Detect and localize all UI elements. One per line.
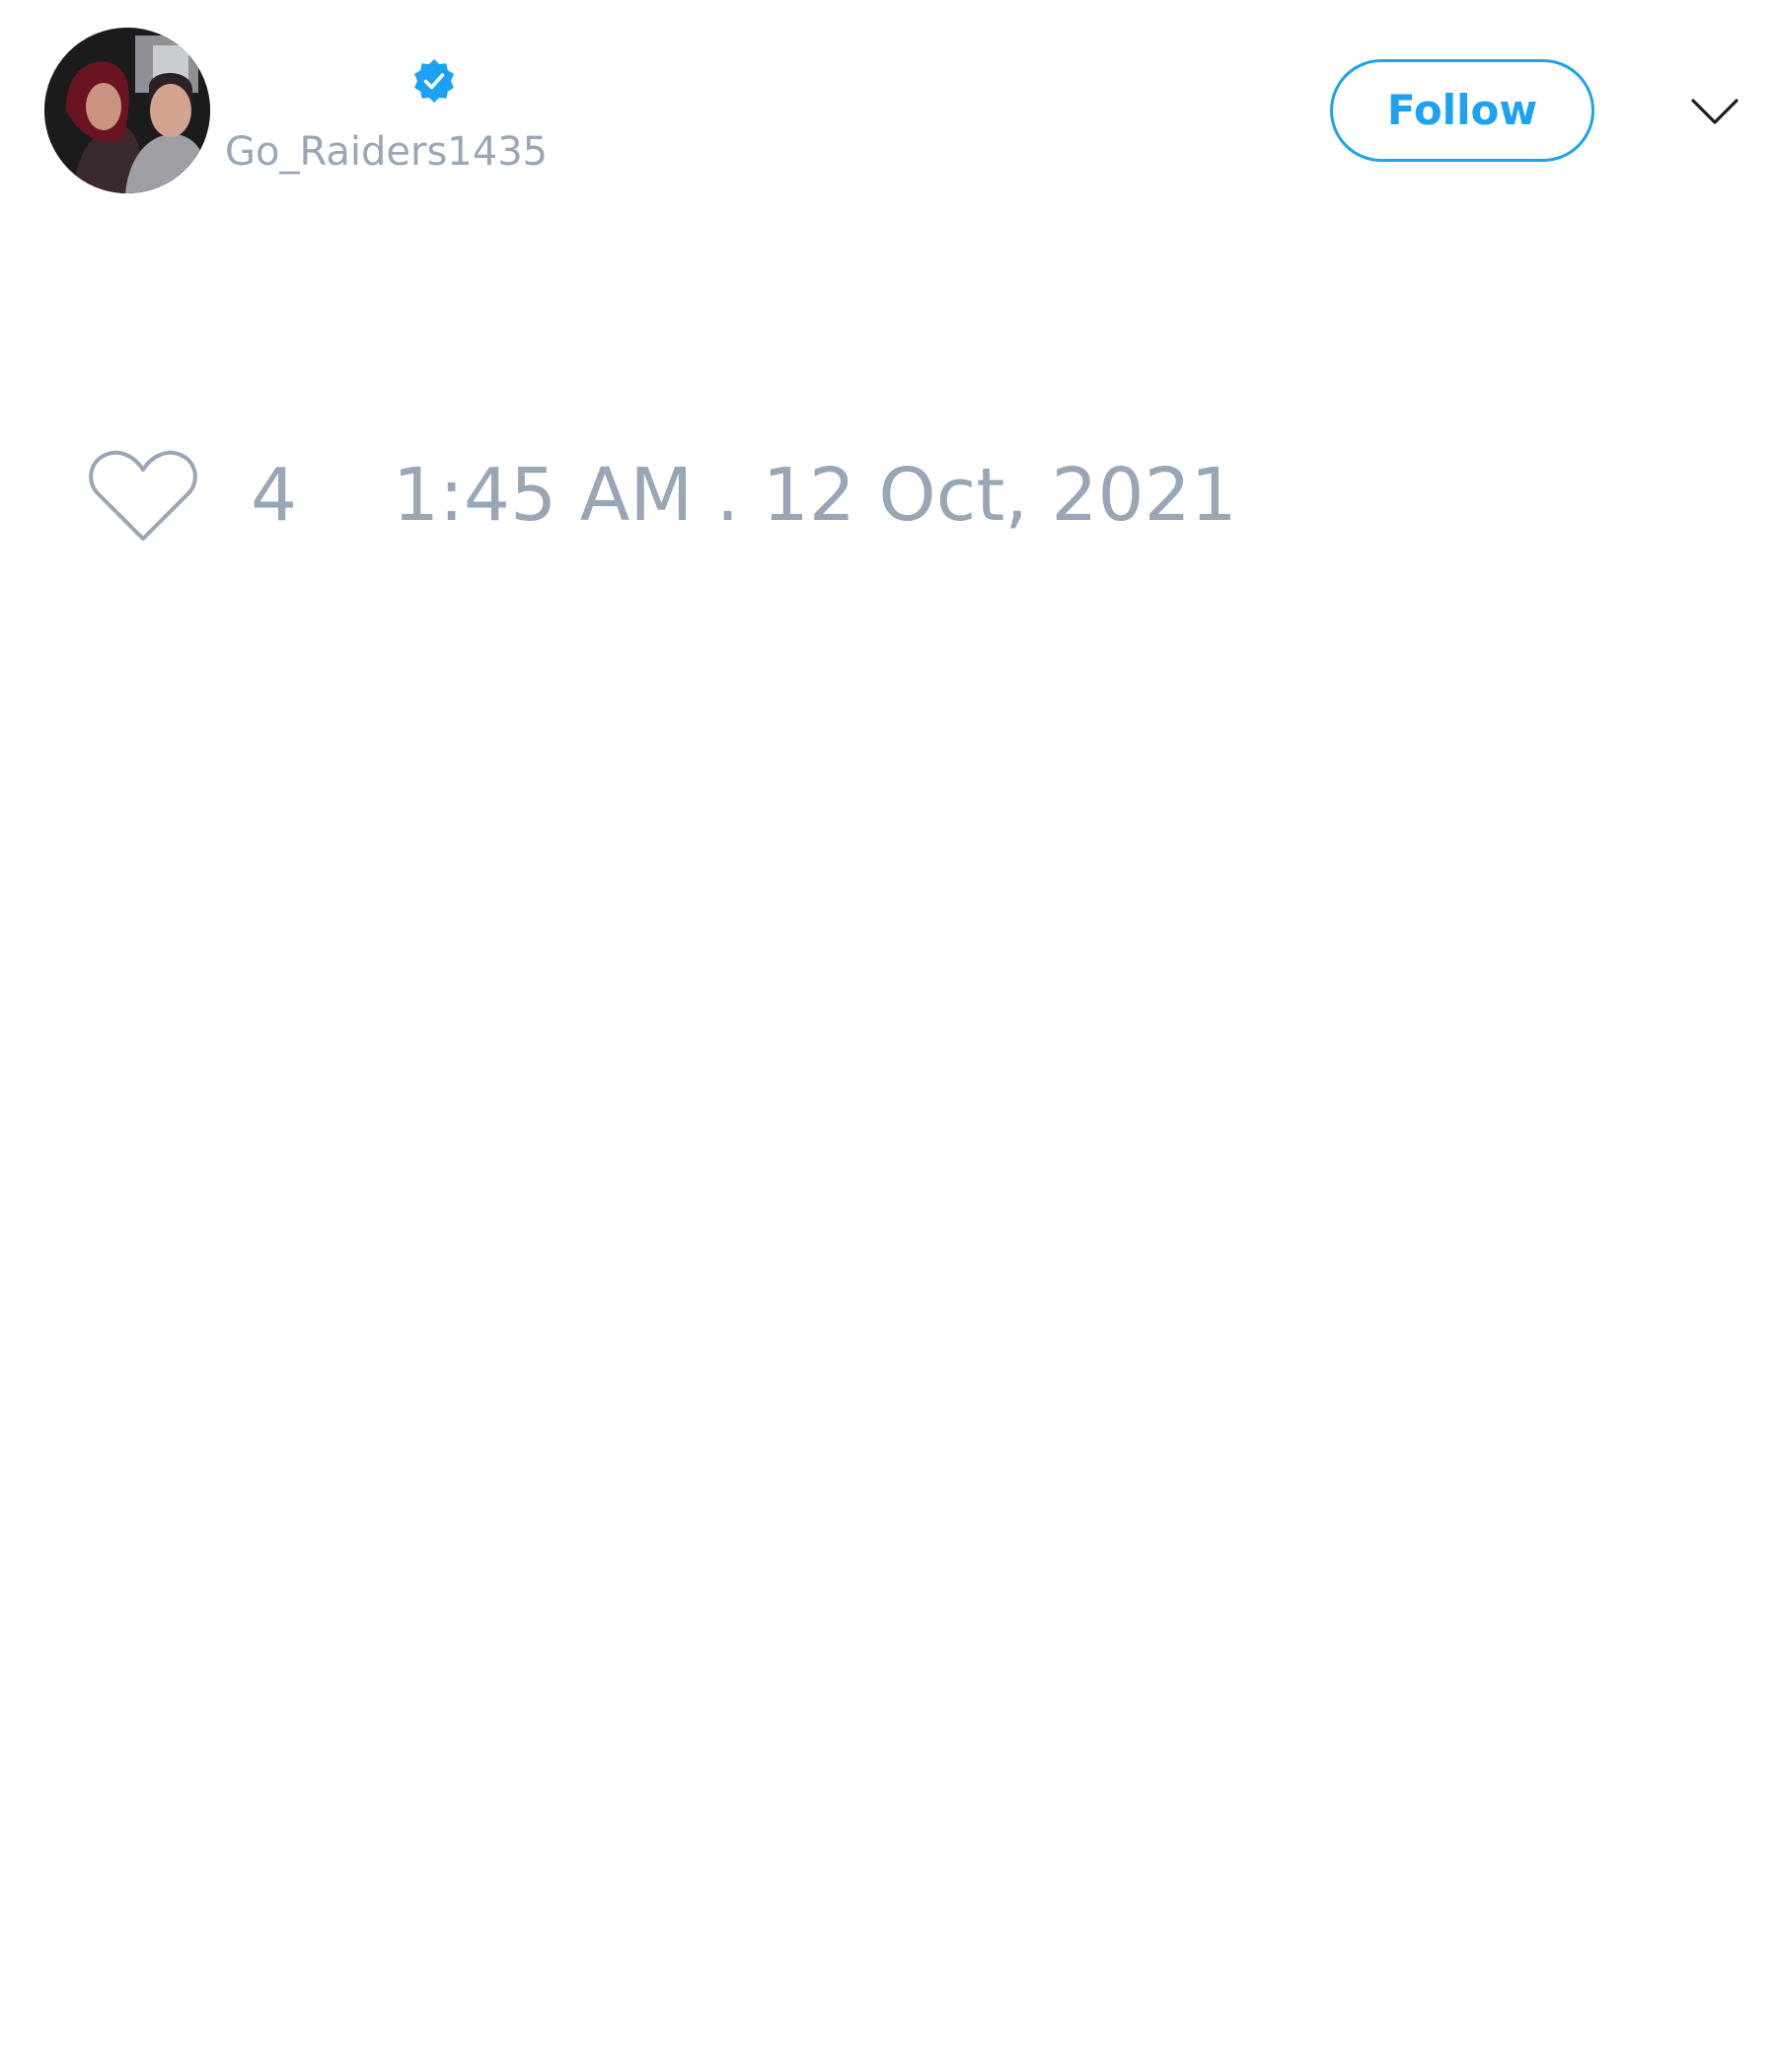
avatar-photo — [44, 28, 210, 193]
tweet-action-bar: 4 1:45 AM . 12 Oct, 2021 — [0, 434, 1776, 562]
tweet-timestamp[interactable]: 1:45 AM . 12 Oct, 2021 — [393, 452, 1237, 539]
follow-button[interactable]: Follow — [1330, 59, 1594, 162]
chevron-down-icon[interactable] — [1689, 87, 1740, 138]
like-count: 4 — [251, 453, 298, 538]
verified-badge-icon — [414, 59, 454, 103]
heart-icon[interactable] — [89, 446, 197, 545]
avatar[interactable] — [44, 28, 210, 193]
author-handle[interactable]: Go_Raiders1435 — [225, 126, 548, 178]
